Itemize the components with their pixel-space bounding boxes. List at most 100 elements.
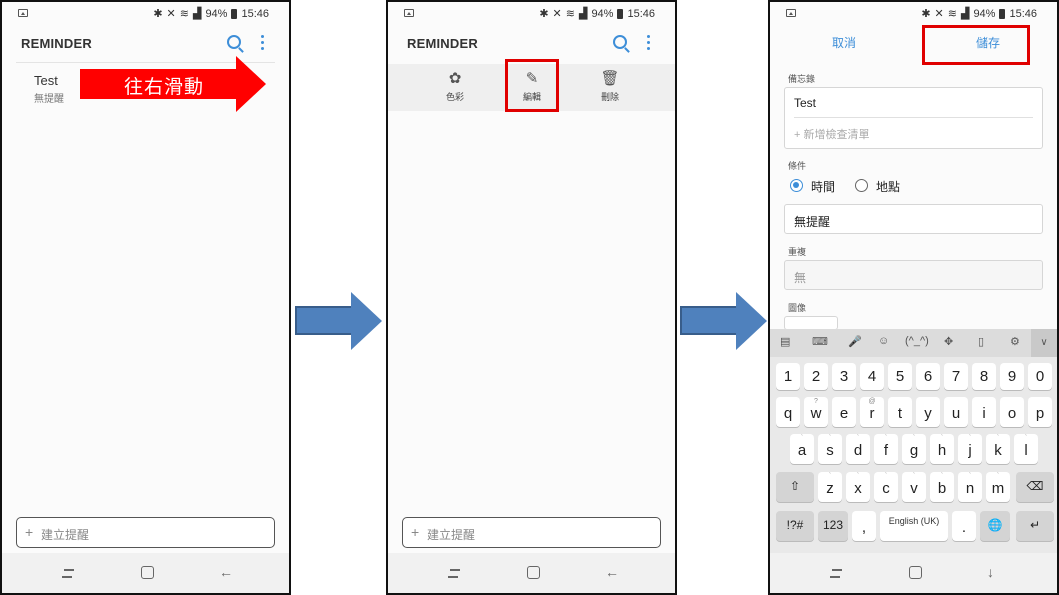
delete-action-label: 刪除 <box>600 92 619 102</box>
key-label: i <box>982 405 986 422</box>
period-key[interactable]: . <box>952 511 976 541</box>
key-9[interactable]: 9 <box>1000 363 1024 390</box>
symbols-key[interactable]: !?# <box>776 511 814 541</box>
cancel-button[interactable]: 取消 <box>832 34 856 51</box>
one-hand-icon[interactable]: ▯ <box>978 335 984 348</box>
navigation-bar: ← <box>2 553 289 593</box>
key-hint: ` <box>828 435 832 442</box>
key-y[interactable]: y <box>916 397 940 427</box>
key-p[interactable]: p <box>1028 397 1052 427</box>
key-label: 0 <box>1035 368 1045 385</box>
collapse-icon[interactable]: ∨ <box>1031 329 1057 357</box>
recent-apps-icon[interactable] <box>62 566 76 580</box>
space-language-label: English (UK) <box>888 516 940 526</box>
key-g[interactable]: ` g <box>902 434 926 464</box>
key-r[interactable]: @ r <box>860 397 884 427</box>
key-t[interactable]: t <box>888 397 912 427</box>
key-z[interactable]: ` z <box>818 472 842 502</box>
hide-keyboard-icon[interactable]: ↓ <box>987 564 994 580</box>
home-icon[interactable] <box>141 566 154 579</box>
key-e[interactable]: e <box>832 397 856 427</box>
language-key[interactable]: 🌐 <box>980 511 1010 541</box>
key-a[interactable]: ` a <box>790 434 814 464</box>
swipe-label: 往右滑動 <box>124 77 205 98</box>
reminder-time-field[interactable]: 無提醒 <box>784 204 1043 234</box>
back-icon[interactable]: ← <box>219 564 233 580</box>
key-o[interactable]: o <box>1000 397 1024 427</box>
key-8[interactable]: 8 <box>972 363 996 390</box>
back-icon[interactable]: ← <box>605 564 619 580</box>
key-w[interactable]: ? w <box>804 397 828 427</box>
color-action-button[interactable]: ✿ 色彩 <box>430 68 480 103</box>
key-l[interactable]: ` l <box>1014 434 1038 464</box>
emoji-icon[interactable]: ☺ <box>878 335 889 347</box>
search-icon[interactable] <box>613 35 627 49</box>
home-icon[interactable] <box>909 566 922 579</box>
key-4[interactable]: 4 <box>860 363 884 390</box>
signal-icon: ▟ <box>192 8 202 20</box>
key-label: o <box>1007 405 1017 422</box>
numbers-key[interactable]: 123 <box>818 511 848 541</box>
recent-apps-icon[interactable] <box>448 566 462 580</box>
key-v[interactable]: ` v <box>902 472 926 502</box>
key-j[interactable]: ` j <box>958 434 982 464</box>
key-m[interactable]: ` m <box>986 472 1010 502</box>
key-h[interactable]: ` h <box>930 434 954 464</box>
clipboard-icon[interactable]: ▤ <box>780 335 790 348</box>
key-3[interactable]: 3 <box>832 363 856 390</box>
create-reminder-input[interactable]: + 建立提醒 <box>402 517 661 548</box>
image-add-box[interactable] <box>784 316 838 330</box>
key-i[interactable]: i <box>972 397 996 427</box>
key-label: x <box>854 480 862 497</box>
plus-icon: + <box>25 524 34 540</box>
app-bar: REMINDER <box>2 30 289 58</box>
recent-apps-icon[interactable] <box>830 566 844 580</box>
key-label: ⌫ <box>1026 479 1044 493</box>
key-d[interactable]: ` d <box>846 434 870 464</box>
settings-icon[interactable]: ⚙ <box>1010 335 1020 348</box>
repeat-field[interactable]: 無 <box>784 260 1043 290</box>
key-b[interactable]: ` b <box>930 472 954 502</box>
shift-key[interactable]: ⇧ <box>776 472 814 502</box>
bluetooth-icon: ✱ <box>921 8 931 20</box>
move-icon[interactable]: ✥ <box>944 335 953 348</box>
key-label: a <box>797 442 807 459</box>
clock: 15:46 <box>1009 7 1037 20</box>
key-x[interactable]: ` x <box>846 472 870 502</box>
kaomoji-button[interactable]: (^_^) <box>905 335 929 347</box>
key-s[interactable]: ` s <box>818 434 842 464</box>
enter-key[interactable]: ↵ <box>1016 511 1054 541</box>
comma-key[interactable]: , <box>852 511 876 541</box>
key-2[interactable]: 2 <box>804 363 828 390</box>
more-options-icon[interactable] <box>261 35 265 51</box>
key-7[interactable]: 7 <box>944 363 968 390</box>
key-f[interactable]: ` f <box>874 434 898 464</box>
key-n[interactable]: ` n <box>958 472 982 502</box>
key-k[interactable]: ` k <box>986 434 1010 464</box>
key-1[interactable]: 1 <box>776 363 800 390</box>
delete-action-button[interactable]: 🗑 刪除 <box>585 68 635 103</box>
mic-icon[interactable]: 🎤 <box>848 335 862 348</box>
add-checklist-placeholder[interactable]: + 新增檢查清單 <box>794 126 869 142</box>
home-icon[interactable] <box>527 566 540 579</box>
key-c[interactable]: ` c <box>874 472 898 502</box>
memo-input-value[interactable]: Test <box>794 96 816 110</box>
backspace-key[interactable]: ⌫ <box>1016 472 1054 502</box>
save-highlight-box <box>922 25 1030 65</box>
key-label: u <box>951 405 961 422</box>
key-0[interactable]: 0 <box>1028 363 1052 390</box>
key-6[interactable]: 6 <box>916 363 940 390</box>
key-q[interactable]: q <box>776 397 800 427</box>
place-radio[interactable] <box>855 179 868 192</box>
time-radio[interactable] <box>790 179 803 192</box>
battery-percent: 94% <box>591 7 614 20</box>
key-5[interactable]: 5 <box>888 363 912 390</box>
key-u[interactable]: u <box>944 397 968 427</box>
space-key[interactable]: English (UK) <box>880 511 948 541</box>
search-icon[interactable] <box>227 35 241 49</box>
key-label: m <box>991 480 1005 497</box>
memo-field[interactable]: Test + 新增檢查清單 <box>784 87 1043 149</box>
keyboard-icon[interactable]: ⌨ <box>812 335 828 348</box>
more-options-icon[interactable] <box>647 35 651 51</box>
create-reminder-input[interactable]: + 建立提醒 <box>16 517 275 548</box>
